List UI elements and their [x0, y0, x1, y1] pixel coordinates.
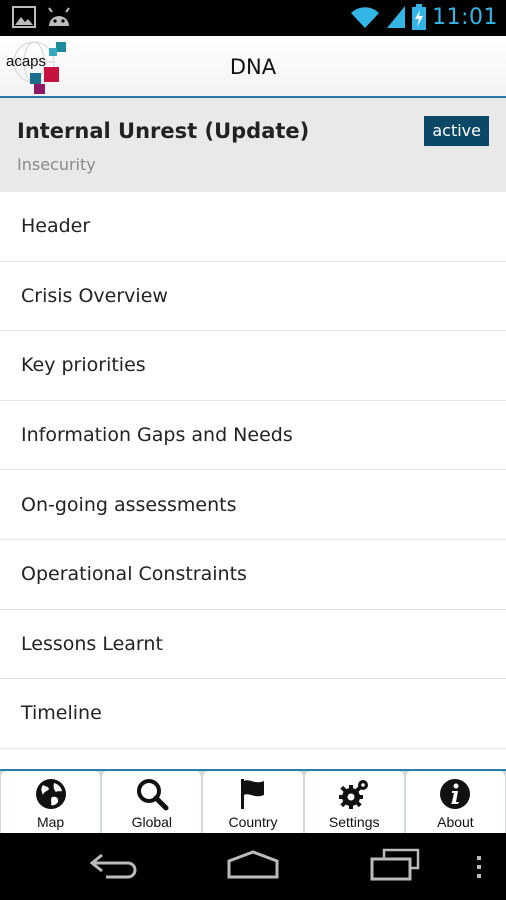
- list-item-ongoing-assessments[interactable]: On-going assessments: [0, 470, 506, 540]
- status-bar: 11:01: [0, 0, 506, 36]
- android-icon: [48, 7, 70, 26]
- list-item-timeline[interactable]: Timeline: [0, 679, 506, 749]
- overflow-menu-icon[interactable]: [474, 855, 484, 879]
- gears-icon: [339, 780, 369, 809]
- section-list: Header Crisis Overview Key priorities In…: [0, 192, 506, 769]
- home-icon[interactable]: [226, 847, 280, 881]
- tab-label: Settings: [328, 814, 380, 830]
- tab-label: Country: [228, 814, 278, 830]
- app-header: acaps DNA: [0, 36, 506, 98]
- tab-label: Global: [131, 814, 173, 830]
- recent-apps-icon[interactable]: [370, 847, 422, 881]
- status-badge: active: [424, 116, 489, 146]
- crisis-title: Internal Unrest (Update): [17, 119, 310, 143]
- tab-label: About: [437, 814, 474, 830]
- tab-global[interactable]: Global: [102, 771, 202, 833]
- tab-country[interactable]: Country: [203, 771, 303, 833]
- wifi-icon: [351, 7, 380, 28]
- tab-settings[interactable]: Settings: [304, 771, 404, 833]
- page-title: DNA: [229, 55, 277, 79]
- info-icon: [440, 779, 471, 809]
- signal-icon: [387, 6, 406, 28]
- flag-icon: [241, 779, 264, 809]
- system-nav-bar: [0, 833, 506, 900]
- crisis-panel: Internal Unrest (Update) Insecurity acti…: [0, 98, 506, 192]
- tab-about[interactable]: About: [405, 771, 506, 833]
- list-item-operational-constraints[interactable]: Operational Constraints: [0, 540, 506, 610]
- gallery-icon: [12, 6, 36, 28]
- clock: 11:01: [432, 4, 498, 30]
- battery-charging-icon: [412, 4, 427, 30]
- globe-icon: [35, 779, 66, 809]
- search-icon: [136, 779, 169, 811]
- list-item-information-gaps[interactable]: Information Gaps and Needs: [0, 401, 506, 471]
- list-item-header[interactable]: Header: [0, 192, 506, 262]
- tab-label: Map: [36, 814, 65, 830]
- bottom-tab-bar: Map Global Country Settings About: [0, 769, 506, 833]
- list-item-key-priorities[interactable]: Key priorities: [0, 331, 506, 401]
- back-icon[interactable]: [88, 847, 138, 881]
- crisis-subtitle: Insecurity: [17, 155, 96, 174]
- list-item-lessons-learnt[interactable]: Lessons Learnt: [0, 610, 506, 680]
- tab-map[interactable]: Map: [1, 771, 101, 833]
- list-item-crisis-overview[interactable]: Crisis Overview: [0, 262, 506, 332]
